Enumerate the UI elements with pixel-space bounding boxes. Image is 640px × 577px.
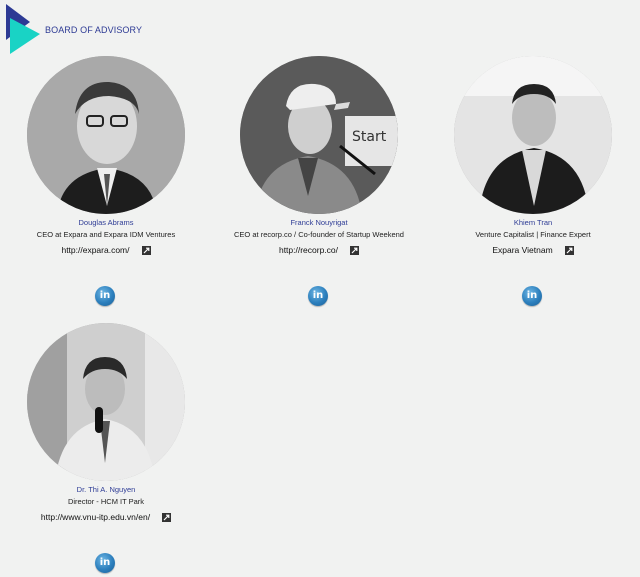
advisor-photo — [27, 323, 185, 481]
advisor-role: Director - HCM IT Park — [67, 497, 145, 506]
linkedin-icon[interactable]: in — [95, 553, 115, 573]
advisor-card: Dr. Thi A. Nguyen Director - HCM IT Park… — [0, 323, 212, 573]
advisor-role: CEO at recorp.co / Co-founder of Startup… — [234, 230, 404, 239]
advisor-card: Khiem Tran Venture Capitalist | Finance … — [427, 56, 639, 306]
advisor-photo — [27, 56, 185, 214]
advisor-role: CEO at Expara and Expara IDM Ventures — [36, 230, 176, 239]
linkedin-icon[interactable]: in — [308, 286, 328, 306]
advisor-name: Khiem Tran — [513, 218, 553, 227]
advisor-website-link[interactable]: http://recorp.co/ — [279, 245, 338, 255]
advisor-role: Venture Capitalist | Finance Expert — [475, 230, 591, 239]
advisor-photo — [454, 56, 612, 214]
advisor-link-row: http://recorp.co/ — [213, 245, 425, 255]
advisor-name: Dr. Thi A. Nguyen — [76, 485, 136, 494]
external-link-icon[interactable] — [141, 245, 151, 255]
advisor-card: Start Franck Nouyrigat CEO at recorp.co … — [213, 56, 425, 306]
advisor-website-link[interactable]: Expara Vietnam — [492, 245, 552, 255]
svg-text:Start: Start — [352, 129, 387, 145]
advisor-link-row: Expara Vietnam — [427, 245, 639, 255]
advisor-link-row: http://www.vnu-itp.edu.vn/en/ — [0, 512, 212, 522]
advisor-website-link[interactable]: http://expara.com/ — [61, 245, 129, 255]
external-link-icon[interactable] — [162, 512, 172, 522]
external-link-icon[interactable] — [350, 245, 360, 255]
linkedin-icon[interactable]: in — [95, 286, 115, 306]
advisor-link-row: http://expara.com/ — [0, 245, 212, 255]
brand-logo-icon — [6, 4, 40, 54]
advisor-photo: Start — [240, 56, 398, 214]
section-title: BOARD OF ADVISORY — [45, 25, 143, 35]
advisor-card: Douglas Abrams CEO at Expara and Expara … — [0, 56, 212, 306]
advisor-website-link[interactable]: http://www.vnu-itp.edu.vn/en/ — [41, 512, 150, 522]
advisor-name: Franck Nouyrigat — [290, 218, 348, 227]
advisor-name: Douglas Abrams — [78, 218, 134, 227]
section-header: BOARD OF ADVISORY — [0, 0, 640, 60]
external-link-icon[interactable] — [564, 245, 574, 255]
linkedin-icon[interactable]: in — [522, 286, 542, 306]
